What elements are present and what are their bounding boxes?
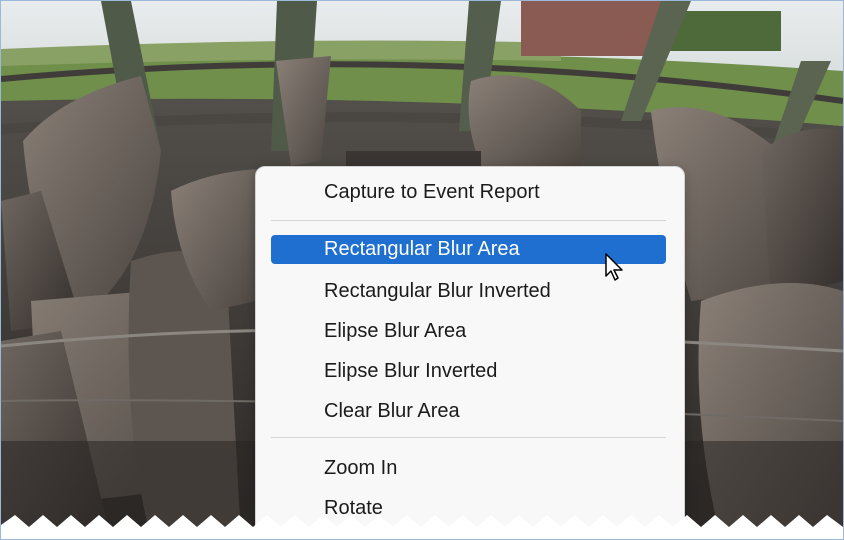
- context-menu: Capture to Event Report Rectangular Blur…: [255, 166, 685, 539]
- menu-item-rectangular-blur-inverted[interactable]: Rectangular Blur Inverted: [324, 279, 551, 303]
- menu-item-elipse-blur-area[interactable]: Elipse Blur Area: [324, 319, 466, 343]
- screenshot-frame: Capture to Event Report Rectangular Blur…: [0, 0, 844, 540]
- menu-item-capture-to-event-report[interactable]: Capture to Event Report: [324, 180, 540, 204]
- torn-edge: [1, 515, 843, 539]
- menu-item-elipse-blur-inverted[interactable]: Elipse Blur Inverted: [324, 359, 497, 383]
- menu-item-zoom-in[interactable]: Zoom In: [324, 456, 397, 480]
- menu-separator: [271, 220, 666, 221]
- menu-item-clear-blur-area[interactable]: Clear Blur Area: [324, 399, 460, 423]
- menu-separator: [271, 437, 666, 438]
- arrow-cursor-icon: [605, 253, 623, 281]
